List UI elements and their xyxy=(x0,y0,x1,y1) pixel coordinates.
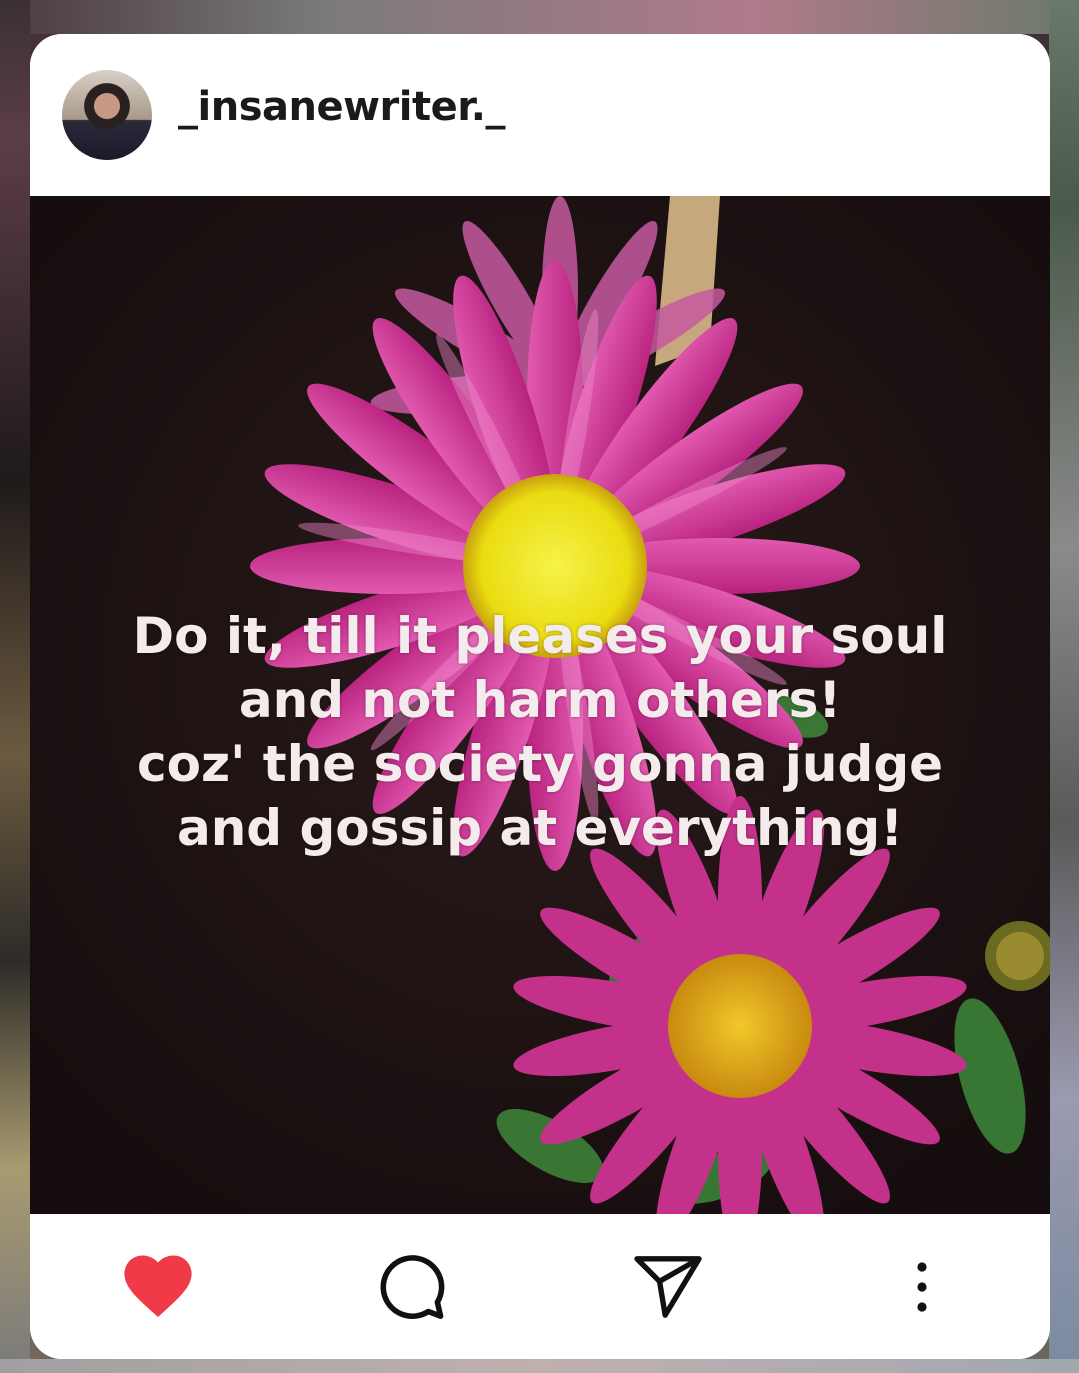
backdrop-right-strip xyxy=(1049,0,1079,1373)
quote-overlay: Do it, till it pleases your soul and not… xyxy=(30,604,1050,860)
backdrop-left-strip xyxy=(0,0,30,1373)
quote-line-3: coz' the society gonna judge xyxy=(136,735,944,793)
quote-line-4: and gossip at everything! xyxy=(176,799,904,857)
quote-line-1: Do it, till it pleases your soul xyxy=(132,607,948,665)
action-bar xyxy=(30,1214,1050,1359)
heart-icon xyxy=(124,1255,192,1317)
quote-line-2: and not harm others! xyxy=(238,671,842,729)
profile-avatar[interactable] xyxy=(62,70,152,160)
more-vertical-dots-icon xyxy=(917,1262,927,1312)
post-card: _insanewriter._ Do it, till it pleases y… xyxy=(30,34,1050,1359)
comment-button[interactable] xyxy=(374,1249,450,1325)
send-paper-plane-icon xyxy=(634,1256,702,1318)
post-image[interactable]: Do it, till it pleases your soul and not… xyxy=(30,196,1050,1214)
backdrop-bottom-strip xyxy=(0,1359,1079,1373)
comment-bubble-icon xyxy=(380,1255,445,1319)
more-options-button[interactable] xyxy=(884,1249,960,1325)
like-button[interactable] xyxy=(120,1249,196,1325)
post-header: _insanewriter._ xyxy=(30,34,1050,196)
share-button[interactable] xyxy=(630,1249,706,1325)
username[interactable]: _insanewriter._ xyxy=(178,84,505,130)
backdrop-top-strip xyxy=(0,0,1079,34)
